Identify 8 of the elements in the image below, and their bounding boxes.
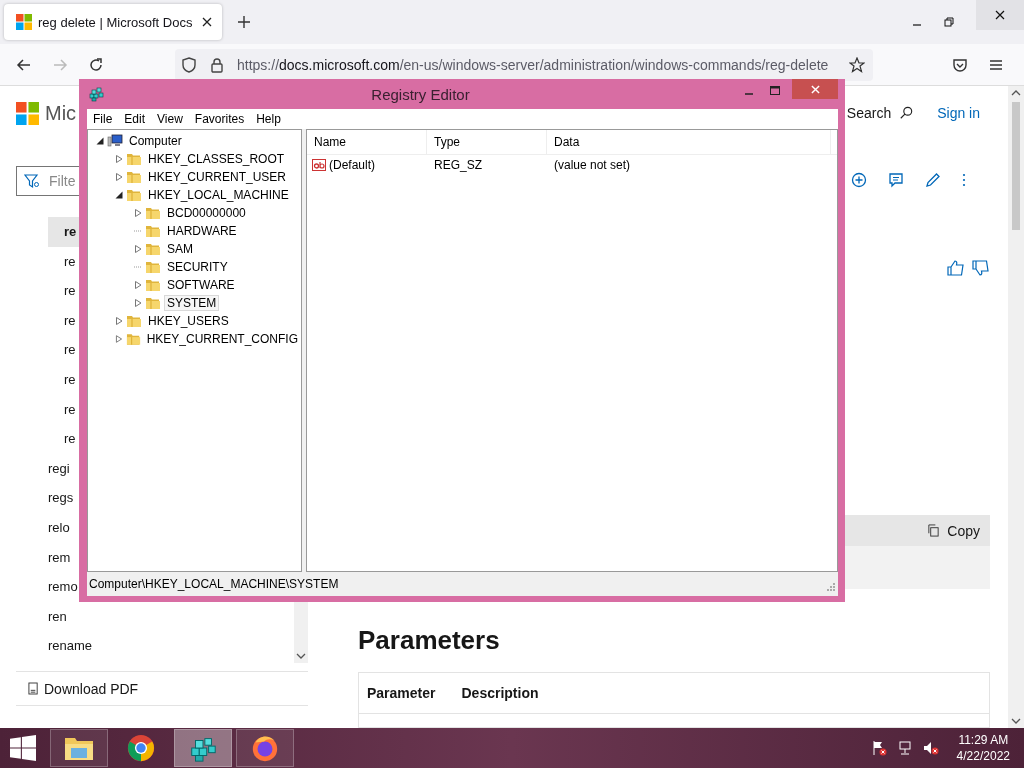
status-bar-text: Computer\HKEY_LOCAL_MACHINE\SYSTEM [89,577,339,591]
url-text: https://docs.microsoft.com/en-us/windows-server/administration/windows-commands/reg-delete [237,56,830,73]
table-cell-text: REG_SZ [433,158,483,172]
section-heading: Parameters [358,624,501,656]
table-header: Parameter [367,684,436,701]
table-header: Description [461,684,539,701]
table-cell-text: (value not set) [553,158,632,172]
window-title: Registry Editor [370,85,471,103]
